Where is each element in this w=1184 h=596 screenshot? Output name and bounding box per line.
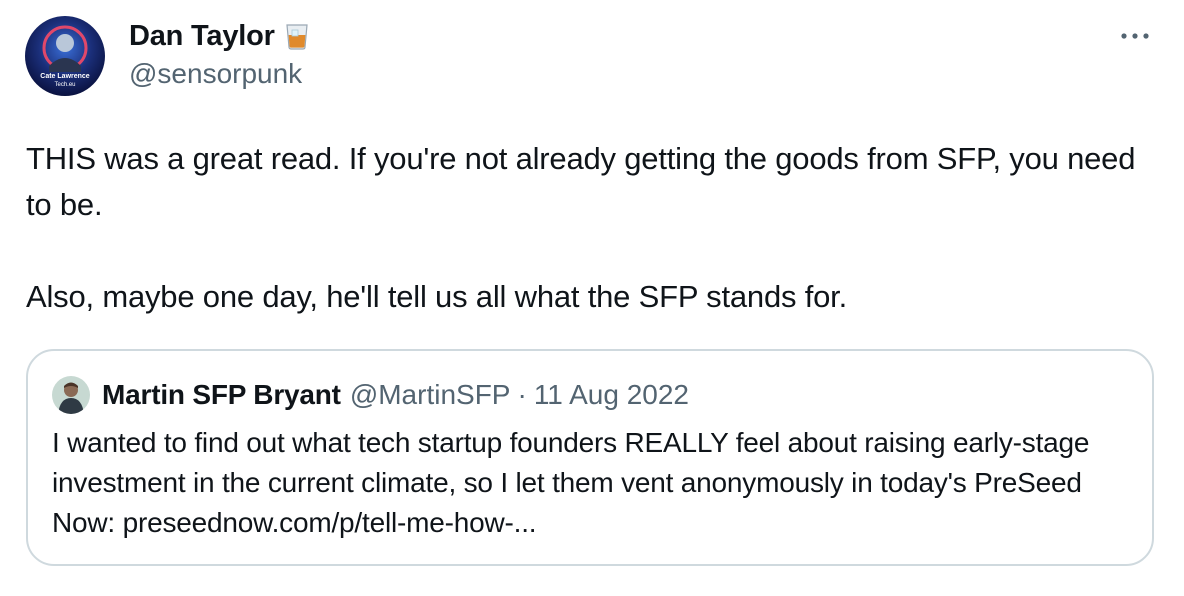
quoted-text: I wanted to find out what tech startup f…: [52, 423, 1132, 543]
tumbler-glass-icon: [285, 22, 309, 50]
more-horizontal-icon[interactable]: [1118, 22, 1152, 50]
quoted-author-avatar[interactable]: [52, 376, 90, 414]
quoted-date[interactable]: 11 Aug 2022: [534, 379, 689, 411]
author-handle[interactable]: @sensorpunk: [129, 58, 302, 90]
author-display-name[interactable]: Dan Taylor: [129, 20, 275, 53]
tweet: Cate Lawrence Tech.eu Dan Taylor @sensor…: [0, 0, 1184, 596]
quoted-header: Martin SFP Bryant @MartinSFP · 11 Aug 20…: [102, 375, 689, 415]
quoted-link[interactable]: preseednow.com/p/tell-me-how-...: [123, 507, 537, 538]
author-avatar[interactable]: Cate Lawrence Tech.eu: [25, 16, 105, 96]
tweet-paragraph-2: Also, maybe one day, he'll tell us all w…: [26, 279, 848, 314]
tweet-text: THIS was a great read. If you're not alr…: [26, 136, 1156, 320]
quoted-display-name[interactable]: Martin SFP Bryant: [102, 379, 341, 411]
avatar-caption-1: Cate Lawrence: [40, 73, 90, 80]
tweet-paragraph-1: THIS was a great read. If you're not alr…: [26, 141, 1136, 222]
author-name-row: Dan Taylor: [129, 16, 309, 56]
quoted-tweet[interactable]: Martin SFP Bryant @MartinSFP · 11 Aug 20…: [26, 349, 1154, 566]
avatar-caption-2: Tech.eu: [54, 82, 75, 88]
quoted-handle[interactable]: @MartinSFP: [350, 379, 511, 411]
header-separator: ·: [517, 379, 527, 410]
